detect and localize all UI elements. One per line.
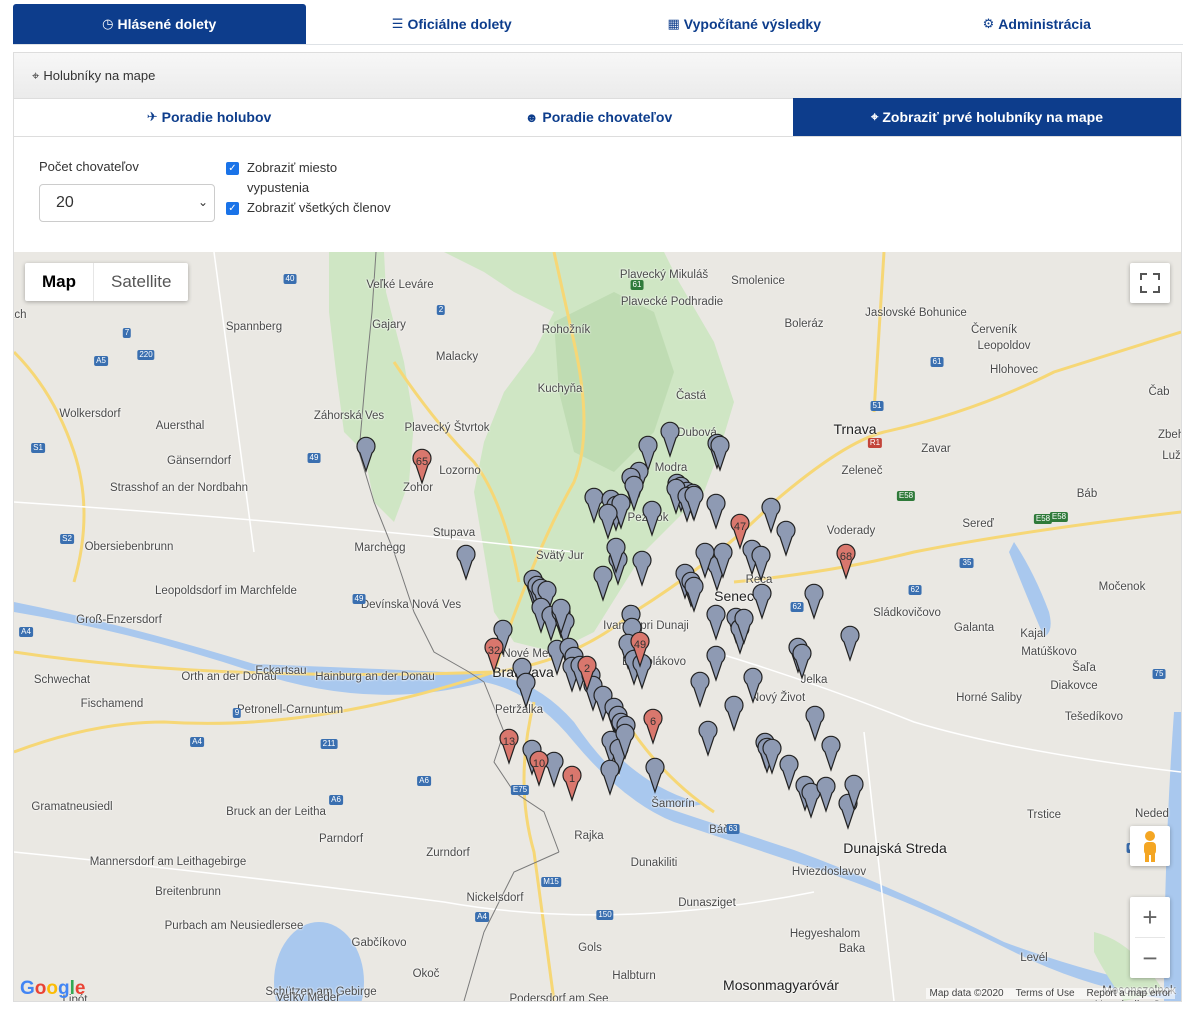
pegman-icon [1144,831,1156,862]
loft-marker[interactable] [743,667,763,704]
loft-marker[interactable] [724,695,744,732]
panel-title: Holubníky na mape [43,68,156,83]
marker-label: 10 [533,758,545,770]
loft-marker[interactable] [804,583,824,620]
map-marker-icon: ⌖ [871,109,879,124]
marker-label: 2 [584,663,590,675]
tab-label: Oficiálne dolety [407,16,512,32]
loft-marker[interactable] [776,520,796,557]
zoom-in-button[interactable]: + [1130,897,1170,937]
tab-label: Zobraziť prvé holubníky na mape [882,109,1103,125]
map-attribution: Map data ©2020 Terms of Use Report a map… [925,988,1175,999]
top-navigation: ◷ Hlásené dolety ☰ Oficiálne dolety ▦ Vypočít… [13,4,1183,45]
loft-marker[interactable] [779,754,799,791]
checkbox-label: Zobraziť miesto vypustenia [247,160,338,195]
map-type-satellite-button[interactable]: Satellite [94,263,188,301]
loft-marker[interactable] [706,604,726,641]
loft-marker[interactable] [706,493,726,530]
loft-marker[interactable] [660,421,680,458]
red-loft-marker[interactable]: 32 [484,637,504,674]
marker-label: 32 [488,645,500,657]
loft-marker[interactable] [706,645,726,682]
loft-marker[interactable] [840,625,860,662]
marker-label: 68 [840,551,852,563]
map-marker-icon: ⌖ [32,67,40,83]
zoom-out-button[interactable]: − [1130,938,1170,978]
loft-marker[interactable] [805,705,825,742]
loft-marker[interactable] [752,583,772,620]
terms-of-use-link[interactable]: Terms of Use [1016,988,1075,999]
loft-marker[interactable] [632,550,652,587]
tab-reported-returns[interactable]: ◷ Hlásené dolety [13,4,306,44]
report-map-error-link[interactable]: Report a map error [1087,988,1171,999]
checkbox-checked-icon[interactable]: ✓ [226,202,239,215]
tab-show-lofts-on-map[interactable]: ⌖ Zobraziť prvé holubníky na mape [793,98,1181,136]
tab-label: Poradie holubov [161,109,272,125]
dove-icon: ✈ [146,109,158,124]
google-logo: Google [20,978,86,999]
checkbox-label: Zobraziť všetkých členov [247,200,391,215]
map-type-control: Map Satellite [25,263,189,301]
gears-icon: ⚙ [982,16,995,31]
loft-marker[interactable] [593,565,613,602]
red-loft-marker[interactable]: 65 [412,448,432,485]
users-icon: ☻ [524,109,539,125]
red-loft-marker[interactable]: 13 [499,728,519,765]
map-data-text: Map data ©2020 [929,988,1004,999]
fullscreen-button[interactable] [1130,263,1170,303]
calculator-icon: ▦ [667,16,680,31]
red-loft-marker[interactable]: 1 [562,765,582,802]
tab-official-returns[interactable]: ☰ Oficiálne dolety [306,4,599,44]
tab-administration[interactable]: ⚙ Administrácia [891,4,1184,44]
tab-label: Vypočítané výsledky [683,16,821,32]
tab-pigeon-ranking[interactable]: ✈ Poradie holubov [14,98,404,136]
loft-markers: 65 47 68 32 49 2 13 10 1 6 [356,421,864,830]
breeder-count-label: Počet chovateľov [39,159,139,174]
google-map[interactable]: bachVeľké LeváreSpannbergGajaryMalackyRo… [14,252,1181,1001]
loft-marker[interactable] [821,735,841,772]
loft-marker[interactable] [456,544,476,581]
loft-marker[interactable] [356,436,376,473]
red-loft-marker[interactable]: 68 [836,543,856,580]
tab-label: Hlásené dolety [117,16,217,32]
red-loft-marker[interactable]: 10 [529,750,549,787]
loft-marker[interactable] [600,759,620,796]
loft-marker[interactable] [698,720,718,757]
zoom-control: + − [1130,897,1170,978]
tab-calculated-results[interactable]: ▦ Vypočítané výsledky [598,4,891,44]
map-controls: Počet chovateľov 20 ⌄ ✓ Zobraziť miesto vy… [14,137,1181,252]
marker-label: 1 [569,773,575,785]
tab-label: Administrácia [998,16,1091,32]
chevron-down-icon: ⌄ [197,195,208,209]
marker-label: 47 [734,521,746,533]
panel-header: ⌖ Holubníky na mape [14,53,1181,99]
marker-label: 6 [650,716,656,728]
database-icon: ☰ [391,16,404,31]
select-value: 20 [56,194,74,211]
tab-label: Poradie chovateľov [542,109,673,125]
sub-navigation: ✈ Poradie holubov ☻ Poradie chovateľov ⌖ Zo… [14,98,1181,137]
checkbox-checked-icon[interactable]: ✓ [226,162,239,175]
tab-breeder-ranking[interactable]: ☻ Poradie chovateľov [404,98,793,136]
map-type-map-button[interactable]: Map [25,263,94,301]
loft-marker[interactable] [642,500,662,537]
marker-label: 49 [634,639,646,651]
marker-label: 65 [416,456,428,468]
loft-marker[interactable] [516,672,536,709]
loft-marker[interactable] [645,757,665,794]
red-loft-marker[interactable]: 6 [643,708,663,745]
marker-label: 13 [503,736,515,748]
map-panel: ⌖ Holubníky na mape ✈ Poradie holubov ☻ Po… [13,52,1182,1002]
breeder-count-select[interactable]: 20 ⌄ [39,184,215,222]
street-view-pegman-button[interactable] [1130,826,1170,866]
loft-marker[interactable] [690,671,710,708]
fullscreen-icon [1140,273,1160,293]
clock-icon: ◷ [102,16,114,31]
